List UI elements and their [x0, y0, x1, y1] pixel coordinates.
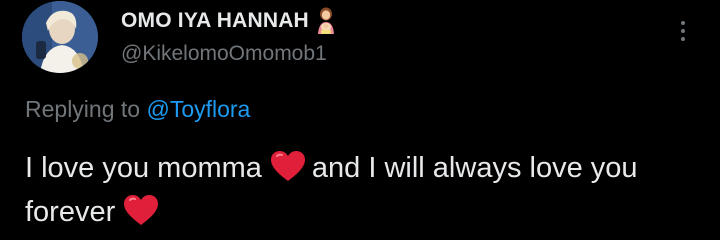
display-name[interactable]: OMO IYA HANNAH: [121, 9, 309, 33]
replying-to-line: Replying to @Toyflora: [25, 96, 250, 123]
woman-with-baby-emoji-icon: [317, 7, 334, 34]
avatar-photo-icon: [22, 1, 98, 73]
more-vertical-icon-dot-3: [681, 37, 685, 41]
user-handle[interactable]: @KikelomoOmomob1: [121, 42, 327, 66]
reply-mention-link[interactable]: @Toyflora: [146, 96, 250, 122]
more-options-button[interactable]: [669, 14, 697, 48]
avatar[interactable]: [22, 1, 98, 73]
display-name-row[interactable]: OMO IYA HANNAH: [121, 6, 337, 36]
red-heart-icon: [270, 151, 305, 181]
more-vertical-icon: [681, 21, 685, 25]
replying-to-label: Replying to: [25, 96, 141, 122]
tweet-text: I love you momma and I will always love …: [25, 146, 705, 234]
tweet: OMO IYA HANNAH @KikelomoOmomob1 Replying…: [0, 0, 720, 240]
more-vertical-icon-dot-2: [681, 29, 685, 33]
red-heart-icon-2: [124, 195, 159, 225]
tweet-text-part-1: I love you momma: [25, 152, 262, 184]
